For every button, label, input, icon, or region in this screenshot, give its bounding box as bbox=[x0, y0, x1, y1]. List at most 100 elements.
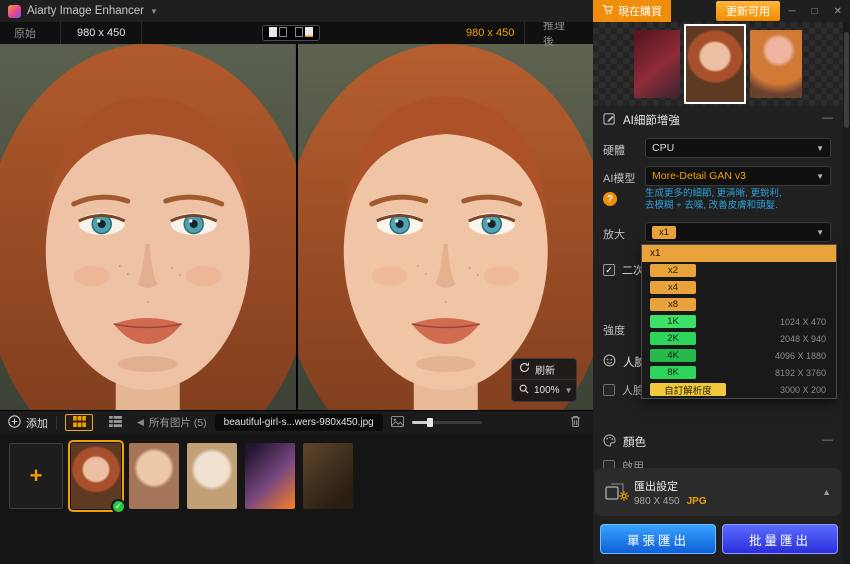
face-icon bbox=[603, 354, 616, 370]
export-size: 980 X 450 bbox=[634, 495, 680, 507]
enhanced-image-pane[interactable] bbox=[297, 44, 593, 410]
thumbnail-3[interactable] bbox=[187, 443, 237, 509]
original-portrait-image bbox=[0, 44, 296, 410]
gear-icon bbox=[619, 491, 629, 504]
thumbnail-4[interactable] bbox=[245, 443, 295, 509]
export-settings-texts: 匯出設定 980 X 450 JPG bbox=[634, 478, 707, 507]
viewer-zoom-panel: 刷新 100% ▼ bbox=[511, 358, 577, 402]
all-images-link[interactable]: ◀ 所有图片 (5) bbox=[137, 415, 207, 430]
face-section-header: 人臉 bbox=[603, 354, 646, 370]
hardware-label: 硬體 bbox=[603, 145, 625, 157]
close-button[interactable]: ✕ bbox=[834, 6, 842, 17]
magnifier-icon bbox=[519, 384, 529, 397]
ai-detail-section-header: AI細節增強 bbox=[603, 112, 680, 128]
thumbnail-5[interactable] bbox=[303, 443, 353, 509]
color-section-header: 顏色 bbox=[603, 434, 646, 450]
original-image-pane[interactable] bbox=[0, 44, 296, 410]
chevron-down-icon: ▼ bbox=[816, 171, 824, 181]
minimize-button[interactable]: ─ bbox=[788, 6, 795, 17]
upscale-select[interactable]: x1 ▼ bbox=[645, 222, 831, 242]
thumbnail-size-slider[interactable] bbox=[411, 418, 482, 427]
app-title: Aiarty Image Enhancer bbox=[27, 5, 144, 17]
upscale-option-4k[interactable]: 4K 4096 X 1880 bbox=[642, 347, 836, 364]
slider-handle[interactable] bbox=[426, 418, 433, 427]
ai-section-collapse-icon[interactable]: — bbox=[822, 112, 833, 124]
upscale-option-1k[interactable]: 1K 1024 X 470 bbox=[642, 313, 836, 330]
hardware-select[interactable]: CPU ▼ bbox=[645, 138, 831, 158]
app-menu-chevron-icon[interactable]: ▼ bbox=[150, 7, 158, 16]
update-available-button[interactable]: 更新可用 bbox=[716, 1, 780, 21]
upscale-option-x1[interactable]: x1 bbox=[642, 245, 836, 262]
model-select[interactable]: More-Detail GAN v3 ▼ bbox=[645, 166, 831, 186]
export-icon bbox=[605, 483, 629, 501]
thumbnail-2[interactable] bbox=[129, 443, 179, 509]
image-icon bbox=[390, 415, 404, 430]
titlebar: Aiarty Image Enhancer ▼ 現在購買 更新可用 ─ □ ✕ bbox=[0, 0, 850, 22]
image-viewer: 刷新 100% ▼ bbox=[0, 44, 593, 410]
view-mode-toggles bbox=[262, 25, 320, 41]
upscale-value: x1 bbox=[652, 225, 677, 239]
list-view-button[interactable] bbox=[101, 414, 129, 431]
color-section-collapse-icon[interactable]: — bbox=[822, 434, 833, 446]
enhanced-portrait-image bbox=[297, 44, 593, 410]
face-enhance-checkbox[interactable] bbox=[603, 384, 615, 396]
add-image-tile[interactable]: + bbox=[9, 443, 63, 509]
plus-circle-icon bbox=[8, 414, 21, 431]
settings-sidebar: AI細節增強 — 硬體 CPU ▼ AI模型 More-Detail GAN v… bbox=[593, 22, 843, 564]
upscale-option-custom[interactable]: 自訂解析度 3000 X 200 bbox=[642, 381, 836, 398]
zoom-control[interactable]: 100% ▼ bbox=[512, 380, 576, 401]
strength-label: 強度 bbox=[603, 325, 625, 337]
delete-image-button[interactable] bbox=[570, 415, 581, 431]
batch-export-button[interactable]: 批量匯出 bbox=[722, 524, 838, 554]
thumbnail-1-selected[interactable]: ✓ bbox=[68, 440, 126, 514]
model-hint-text: 生成更多的細節, 更清晰, 更銳利, 去模糊 + 去噪, 改善皮膚和頭髮. bbox=[645, 188, 782, 211]
add-images-button[interactable]: 添加 bbox=[8, 414, 48, 431]
upscale-option-x4[interactable]: x4 bbox=[642, 279, 836, 296]
side-by-side-view-toggle[interactable] bbox=[294, 26, 314, 41]
model-value: More-Detail GAN v3 bbox=[652, 170, 746, 182]
buy-now-button[interactable]: 現在購買 bbox=[593, 0, 671, 22]
grid-view-icon bbox=[72, 415, 86, 430]
preview-thumb-left[interactable] bbox=[634, 30, 680, 98]
original-size: 980 x 450 bbox=[60, 22, 143, 44]
upscale-option-x2[interactable]: x2 bbox=[642, 262, 836, 279]
scrollbar-thumb[interactable] bbox=[844, 32, 849, 128]
window-controls: ─ □ ✕ bbox=[788, 0, 842, 22]
upscale-label: 放大 bbox=[603, 229, 625, 241]
upscale-dropdown-menu: x1 x2 x4 x8 1K 1024 X 470 2K 2048 X 940 … bbox=[641, 244, 837, 399]
export-settings-title: 匯出設定 bbox=[634, 480, 678, 493]
hardware-value: CPU bbox=[652, 142, 675, 154]
zoom-value: 100% bbox=[534, 385, 560, 396]
palette-icon bbox=[603, 434, 616, 450]
zoom-chevron-icon: ▼ bbox=[564, 386, 573, 395]
enhanced-size: 980 x 450 bbox=[466, 27, 515, 39]
maximize-button[interactable]: □ bbox=[812, 6, 818, 17]
grid-view-button[interactable] bbox=[65, 414, 93, 431]
aiarty-app-window: Aiarty Image Enhancer ▼ 現在購買 更新可用 ─ □ ✕ … bbox=[0, 0, 850, 564]
ai-edit-icon bbox=[603, 112, 616, 128]
trash-icon bbox=[570, 415, 581, 431]
chevron-down-icon: ▼ bbox=[816, 143, 824, 153]
secondary-enhance-checkbox[interactable]: ✓ bbox=[603, 264, 615, 276]
back-arrow-icon: ◀ bbox=[137, 417, 144, 427]
chevron-down-icon: ▼ bbox=[816, 227, 824, 237]
face-enhance-row: 人臉 bbox=[603, 382, 644, 398]
preview-filmstrip bbox=[593, 22, 843, 106]
model-label: AI模型 bbox=[603, 173, 636, 185]
single-export-button[interactable]: 單張匯出 bbox=[600, 524, 716, 554]
export-settings-card[interactable]: 匯出設定 980 X 450 JPG ▲ bbox=[595, 468, 841, 516]
sidebar-scrollbar[interactable] bbox=[843, 22, 850, 564]
done-check-badge: ✓ bbox=[111, 499, 126, 514]
upscale-option-x8[interactable]: x8 bbox=[642, 296, 836, 313]
upscale-option-2k[interactable]: 2K 2048 X 940 bbox=[642, 330, 836, 347]
refresh-button[interactable]: 刷新 bbox=[512, 359, 576, 380]
current-filename: beautiful-girl-s...wers-980x450.jpg bbox=[214, 414, 383, 431]
chevron-up-icon[interactable]: ▲ bbox=[822, 487, 831, 497]
refresh-icon bbox=[519, 362, 530, 376]
upscale-option-8k[interactable]: 8K 8192 X 3760 bbox=[642, 364, 836, 381]
preview-thumb-right[interactable] bbox=[750, 30, 802, 98]
help-question-icon[interactable]: ? bbox=[603, 192, 617, 206]
export-format: JPG bbox=[686, 495, 707, 507]
split-view-toggle[interactable] bbox=[268, 26, 288, 41]
preview-thumb-selected[interactable] bbox=[684, 24, 746, 104]
